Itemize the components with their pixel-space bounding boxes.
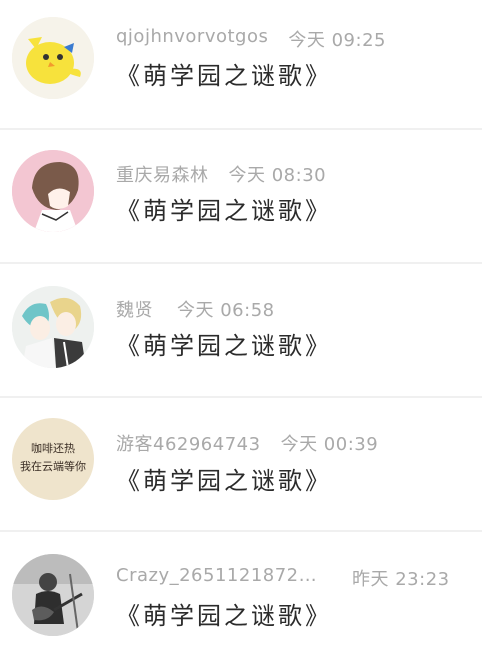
anime-duo-avatar[interactable] — [12, 286, 94, 368]
song-title[interactable]: 《萌学园之谜歌》 — [116, 56, 332, 90]
chick-icon — [12, 17, 94, 99]
sender-name[interactable]: 游客462964743 — [116, 430, 261, 456]
timestamp: 今天 09:25 — [288, 30, 386, 51]
guitarist-avatar[interactable] — [12, 554, 94, 636]
sender-name[interactable]: 魏贤 — [116, 296, 153, 322]
message-meta: 游客462964743 今天 00:39 — [116, 430, 378, 456]
yellow-chick-avatar[interactable] — [12, 17, 94, 99]
anime-duo-icon — [12, 286, 94, 368]
timestamp: 昨天 23:23 — [352, 569, 450, 590]
song-title[interactable]: 《萌学园之谜歌》 — [116, 191, 332, 225]
list-item[interactable]: qjojhnvorvotgos 今天 09:25 《萌学园之谜歌》 — [0, 0, 482, 130]
list-item[interactable]: 咖啡还热 我在云端等你 游客462964743 今天 00:39 《萌学园之谜歌》 — [0, 398, 482, 532]
song-title[interactable]: 《萌学园之谜歌》 — [116, 461, 332, 495]
sender-name[interactable]: 重庆易森林 — [116, 161, 209, 187]
list-item[interactable]: 魏贤 今天 06:58 《萌学园之谜歌》 — [0, 264, 482, 398]
timestamp: 今天 08:30 — [228, 165, 327, 186]
message-list: qjojhnvorvotgos 今天 09:25 《萌学园之谜歌》 重庆易森林 今天… — [0, 0, 482, 646]
avatar-handwriting-text: 咖啡还热 我在云端等你 — [20, 442, 86, 473]
message-meta: qjojhnvorvotgos 今天 09:25 — [116, 26, 386, 52]
song-title[interactable]: 《萌学园之谜歌》 — [116, 596, 332, 630]
guitarist-icon — [12, 554, 94, 636]
sender-name[interactable]: qjojhnvorvotgos — [116, 26, 268, 47]
message-meta: 重庆易森林 今天 08:30 — [116, 161, 326, 187]
song-title[interactable]: 《萌学园之谜歌》 — [116, 326, 332, 360]
message-meta: Crazy_2651121872… 昨天 23:23 — [116, 565, 450, 591]
list-item[interactable]: 重庆易森林 今天 08:30 《萌学园之谜歌》 — [0, 130, 482, 264]
anime-profile-icon — [12, 150, 94, 232]
message-meta: 魏贤 今天 06:58 — [116, 296, 275, 322]
anime-profile-avatar[interactable] — [12, 150, 94, 232]
timestamp: 今天 06:58 — [177, 300, 275, 321]
sender-name[interactable]: Crazy_2651121872… — [116, 565, 326, 586]
timestamp: 今天 00:39 — [280, 434, 379, 455]
handwriting-avatar[interactable]: 咖啡还热 我在云端等你 — [12, 418, 94, 500]
